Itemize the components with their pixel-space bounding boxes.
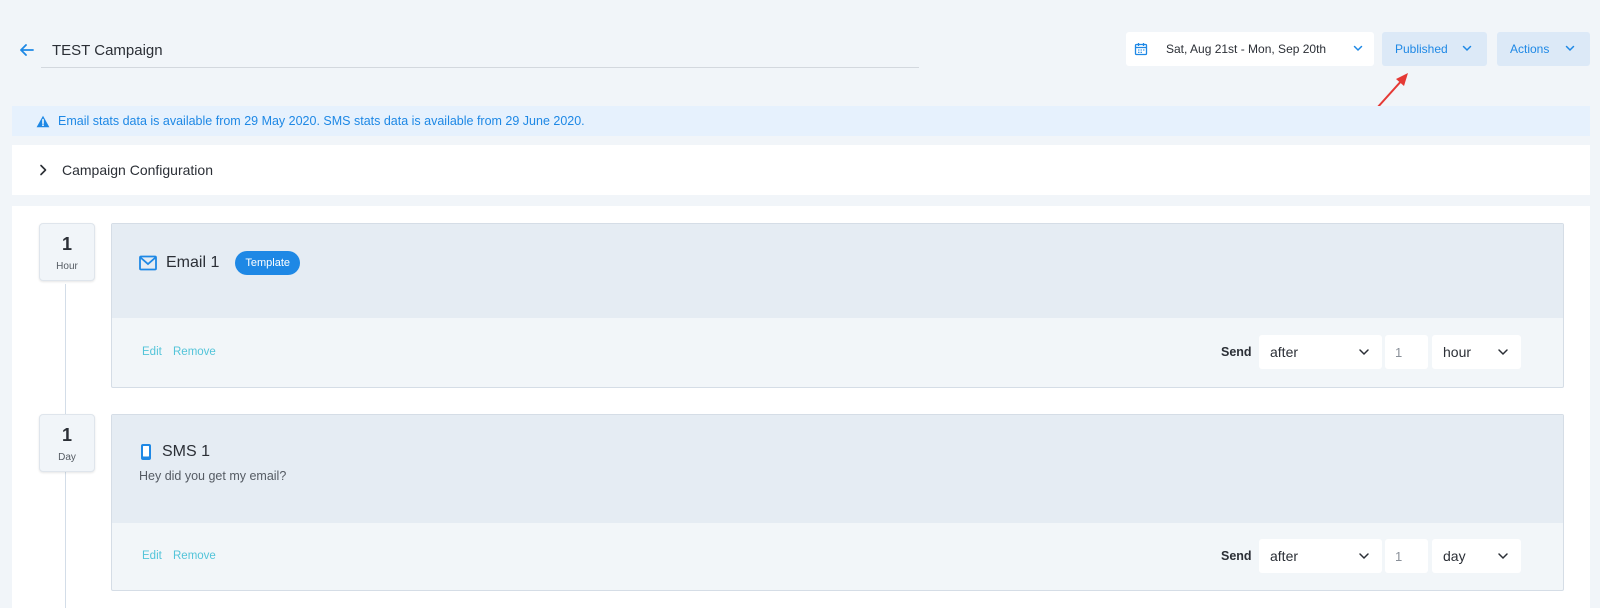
sms-message-preview: Hey did you get my email? (139, 469, 287, 483)
chevron-down-icon (1497, 550, 1509, 562)
step-title-text: SMS 1 (162, 443, 211, 460)
timing-value: after (1270, 344, 1299, 360)
alert-text: Email stats data is available from 29 Ma… (58, 114, 585, 128)
delay-unit: Hour (56, 261, 78, 272)
mobile-icon (139, 443, 153, 461)
timing-value: after (1270, 548, 1299, 564)
chevron-right-icon (38, 164, 48, 176)
chevron-down-icon (1461, 42, 1473, 54)
unit-value: day (1443, 548, 1466, 564)
info-alert: Email stats data is available from 29 Ma… (12, 106, 1590, 136)
chevron-down-icon (1564, 42, 1576, 54)
step-title: Email 1 Template (139, 251, 300, 275)
date-range-label: Sat, Aug 21st - Mon, Sep 20th (1166, 42, 1327, 56)
sequence-panel: 1 Hour Email 1 Template Edit Remove Send… (12, 206, 1590, 608)
edit-link[interactable]: Edit (142, 346, 162, 358)
email-icon (139, 255, 157, 271)
date-range-picker[interactable]: Sat, Aug 21st - Mon, Sep 20th (1126, 32, 1374, 66)
actions-label: Actions (1510, 42, 1550, 56)
status-label: Published (1395, 42, 1448, 56)
chevron-down-icon (1358, 550, 1370, 562)
delay-value: 1 (61, 234, 72, 254)
chevron-down-icon (1352, 42, 1364, 54)
remove-link[interactable]: Remove (173, 346, 216, 358)
delay-unit: Day (58, 452, 76, 463)
send-label: Send (1221, 549, 1252, 563)
amount-input[interactable]: 1 (1385, 539, 1428, 573)
calendar-icon (1134, 42, 1150, 56)
chevron-down-icon (1358, 346, 1370, 358)
amount-input[interactable]: 1 (1385, 335, 1428, 369)
unit-select[interactable]: day (1432, 539, 1521, 573)
back-button[interactable] (17, 38, 37, 62)
template-badge[interactable]: Template (235, 251, 300, 275)
delay-value: 1 (61, 425, 72, 445)
email-step-card: Email 1 Template Edit Remove Send after … (111, 223, 1564, 388)
page-header: TEST Campaign Sat, Aug 21st - Mon, Sep 2… (0, 0, 1600, 119)
remove-link[interactable]: Remove (173, 550, 216, 562)
edit-link[interactable]: Edit (142, 550, 162, 562)
timing-select[interactable]: after (1259, 335, 1382, 369)
timing-select[interactable]: after (1259, 539, 1382, 573)
campaign-title-field[interactable]: TEST Campaign (41, 34, 919, 68)
campaign-configuration-label: Campaign Configuration (62, 162, 213, 178)
arrow-left-icon (20, 44, 34, 56)
campaign-configuration-toggle[interactable]: Campaign Configuration (12, 145, 1590, 195)
warning-icon (36, 115, 50, 128)
step-title: SMS 1 (139, 443, 210, 461)
unit-value: hour (1443, 344, 1472, 360)
actions-dropdown-button[interactable]: Actions (1497, 32, 1590, 66)
step-delay-badge: 1 Day (39, 414, 95, 472)
chevron-down-icon (1497, 346, 1509, 358)
step-delay-badge: 1 Hour (39, 223, 95, 281)
status-dropdown-button[interactable]: Published (1382, 32, 1487, 66)
unit-select[interactable]: hour (1432, 335, 1521, 369)
sms-step-card: SMS 1 Hey did you get my email? Edit Rem… (111, 414, 1564, 591)
send-label: Send (1221, 345, 1252, 359)
step-title-text: Email 1 (166, 254, 220, 271)
